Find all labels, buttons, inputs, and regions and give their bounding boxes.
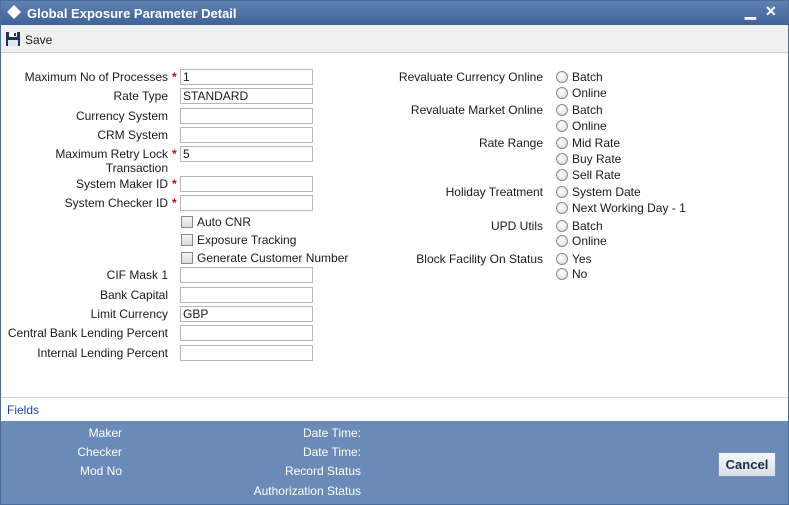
- fields-link[interactable]: Fields: [7, 403, 39, 417]
- block-facility-yes-label: Yes: [572, 252, 592, 266]
- rate-range-buy-label: Buy Rate: [572, 152, 622, 166]
- max-retry-label-line2: Transaction: [105, 161, 168, 175]
- auto-cnr-checkbox[interactable]: [181, 216, 193, 228]
- save-label: Save: [25, 33, 53, 47]
- rate-type-input[interactable]: [180, 88, 313, 104]
- authorization-status-label: Authorization Status: [253, 484, 361, 498]
- maker-id-label: System Maker ID: [75, 177, 168, 191]
- fields-bar: Fields: [1, 397, 788, 421]
- revaluate-market-batch-label: Batch: [572, 103, 603, 117]
- holiday-next-working-day-radio[interactable]: [556, 202, 568, 214]
- holiday-next-working-day-label: Next Working Day - 1: [572, 201, 686, 215]
- record-status-label: Record Status: [284, 464, 361, 478]
- limit-currency-input[interactable]: [180, 306, 313, 322]
- toolbar: Save: [1, 25, 788, 53]
- revaluate-market-online-label: Online: [572, 119, 607, 133]
- mod-no-label: Mod No: [79, 464, 122, 478]
- holiday-system-date-radio[interactable]: [556, 186, 568, 198]
- block-facility-yes-radio[interactable]: [556, 253, 568, 265]
- date-time-label: Date Time:: [302, 445, 361, 459]
- max-processes-label: Maximum No of Processes: [24, 70, 168, 84]
- rate-range-sell-radio[interactable]: [556, 169, 568, 181]
- audit-footer: Maker Checker Mod No Date Time: Date Tim…: [1, 421, 788, 504]
- revaluate-market-batch-radio[interactable]: [556, 104, 568, 116]
- block-facility-no-label: No: [572, 267, 588, 281]
- maker-label: Maker: [88, 426, 122, 440]
- rate-range-label: Rate Range: [478, 136, 543, 150]
- upd-utils-batch-label: Batch: [572, 219, 603, 233]
- required-marker: *: [172, 147, 177, 161]
- rate-range-mid-radio[interactable]: [556, 137, 568, 149]
- revaluate-market-online-radio[interactable]: [556, 120, 568, 132]
- revaluate-currency-batch-radio[interactable]: [556, 71, 568, 83]
- limit-currency-label: Limit Currency: [90, 307, 168, 321]
- cif-mask-label: CIF Mask 1: [106, 268, 168, 282]
- max-processes-input[interactable]: [180, 69, 313, 85]
- required-marker: *: [172, 177, 177, 191]
- holiday-system-date-label: System Date: [572, 185, 641, 199]
- close-icon[interactable]: ✕: [765, 3, 777, 20]
- max-retry-input[interactable]: [180, 146, 313, 162]
- checker-id-label: System Checker ID: [64, 196, 168, 210]
- internal-lending-label: Internal Lending Percent: [37, 346, 168, 360]
- generate-customer-number-checkbox[interactable]: [181, 252, 193, 264]
- crm-system-input[interactable]: [180, 127, 313, 143]
- currency-system-label: Currency System: [75, 109, 168, 123]
- window: Global Exposure Parameter Detail ▁ ✕ Sav…: [0, 0, 789, 505]
- checker-id-input[interactable]: [180, 195, 313, 211]
- date-time-label: Date Time:: [302, 426, 361, 440]
- diamond-icon: [7, 5, 21, 22]
- window-title: Global Exposure Parameter Detail: [27, 6, 237, 21]
- exposure-tracking-label: Exposure Tracking: [197, 233, 297, 247]
- title-bar: Global Exposure Parameter Detail ▁ ✕: [1, 1, 788, 25]
- cb-lending-label: Central Bank Lending Percent: [7, 326, 168, 340]
- cancel-button[interactable]: Cancel: [718, 452, 776, 477]
- checker-label: Checker: [77, 445, 122, 459]
- currency-system-input[interactable]: [180, 108, 313, 124]
- block-facility-label: Block Facility On Status: [416, 252, 543, 266]
- minimize-icon[interactable]: ▁: [745, 3, 756, 20]
- rate-type-label: Rate Type: [113, 89, 168, 103]
- revaluate-market-label: Revaluate Market Online: [410, 103, 543, 117]
- required-marker: *: [172, 196, 177, 210]
- crm-system-label: CRM System: [97, 128, 168, 142]
- maker-id-input[interactable]: [180, 176, 313, 192]
- revaluate-currency-label: Revaluate Currency Online: [398, 70, 543, 84]
- holiday-treatment-label: Holiday Treatment: [445, 185, 543, 199]
- revaluate-currency-batch-label: Batch: [572, 70, 603, 84]
- required-marker: *: [172, 70, 177, 84]
- upd-utils-batch-radio[interactable]: [556, 220, 568, 232]
- revaluate-currency-online-radio[interactable]: [556, 87, 568, 99]
- upd-utils-online-radio[interactable]: [556, 235, 568, 247]
- rate-range-buy-radio[interactable]: [556, 153, 568, 165]
- floppy-disk-icon: [5, 31, 21, 50]
- rate-range-sell-label: Sell Rate: [572, 168, 621, 182]
- rate-range-mid-label: Mid Rate: [572, 136, 621, 150]
- bank-capital-input[interactable]: [180, 287, 313, 303]
- exposure-tracking-checkbox[interactable]: [181, 234, 193, 246]
- upd-utils-label: UPD Utils: [490, 219, 543, 233]
- internal-lending-input[interactable]: [180, 345, 313, 361]
- revaluate-currency-online-label: Online: [572, 86, 607, 100]
- bank-capital-label: Bank Capital: [99, 288, 168, 302]
- cif-mask-input[interactable]: [180, 267, 313, 283]
- upd-utils-online-label: Online: [572, 234, 607, 248]
- generate-customer-number-label: Generate Customer Number: [197, 251, 349, 265]
- block-facility-no-radio[interactable]: [556, 268, 568, 280]
- cb-lending-input[interactable]: [180, 325, 313, 341]
- max-retry-label: Maximum Retry Lock: [55, 147, 168, 161]
- auto-cnr-label: Auto CNR: [197, 215, 252, 229]
